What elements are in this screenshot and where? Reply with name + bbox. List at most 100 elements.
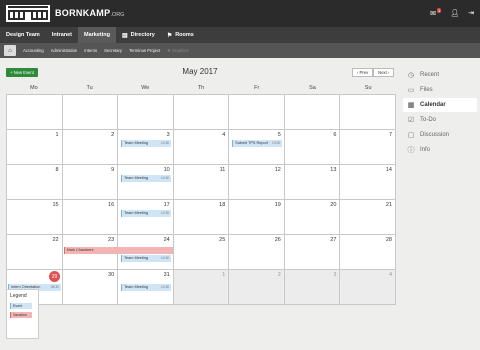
day-number: 26 [274,237,281,243]
brand-tld: .ORG [110,12,125,18]
day-cell[interactable]: 26 [229,235,285,270]
vacation-event[interactable]: Mark Chambers [63,247,173,254]
day-number: 15 [52,202,59,208]
calendar-event[interactable]: Team Meeting 14:30 [121,255,172,262]
day-cell[interactable]: 18 [173,200,230,235]
mail-icon[interactable]: ✉ 1 [430,8,442,17]
day-cell[interactable]: 22 [7,235,63,270]
day-cell-next-month[interactable]: 3 [284,270,341,305]
user-icon[interactable]: 👤︎ [450,9,459,17]
nav-rooms[interactable]: ⚑ Rooms [161,27,200,43]
nav-marketing[interactable]: Marketing [78,27,116,43]
day-cell[interactable]: 27 [284,235,341,270]
logo-icon[interactable] [6,5,50,22]
day-cell[interactable]: 9 [62,165,119,200]
day-cell[interactable]: 11 [173,165,230,200]
next-month-button[interactable]: Next › [373,68,395,77]
day-cell[interactable]: 5 Submit TPS Report 13:00 [229,130,285,165]
day-number: 1 [222,272,226,278]
subnav-graphics[interactable]: ✚ Graphics [167,48,188,53]
event-time: 14:30 [160,285,170,289]
day-cell[interactable]: 17 Team Meeting 14:30 [118,200,174,235]
event-time: 14:30 [160,211,170,215]
day-cell[interactable]: 28 [340,235,396,270]
day-number: 17 [163,202,170,208]
side-item-files[interactable]: ▭ Files [403,83,477,97]
calendar-event[interactable]: Team Meeting 14:30 [121,210,172,217]
side-item-discussion[interactable]: ▢ Discussion [403,128,477,142]
weekday-label: Mo [30,85,38,91]
day-number: 28 [385,237,392,243]
subnav-secretary[interactable]: Secretary [104,48,122,53]
day-cell-next-month[interactable]: 2 [229,270,285,305]
day-number: 1 [55,132,59,138]
day-cell[interactable]: 14 [340,165,396,200]
day-cell-next-month[interactable]: 1 [173,270,230,305]
day-number: 3 [333,272,337,278]
weekday-label: Fr [254,85,260,91]
nav-directory[interactable]: ▤ Directory [116,27,161,43]
side-item-calendar[interactable]: ▦ Calendar [403,98,477,112]
day-number: 18 [219,202,226,208]
day-number: 24 [163,237,170,243]
calendar-event[interactable]: Submit TPS Report 13:00 [232,140,283,147]
day-cell[interactable]: 10 Team Meeting 14:30 [118,165,174,200]
day-cell[interactable]: 7 [340,130,396,165]
event-title: Team Meeting [124,176,148,180]
day-cell[interactable]: 31 Team Meeting 14:30 [118,270,174,305]
folder-icon: ▭ [407,87,415,94]
day-cell[interactable]: 12 [229,165,285,200]
nav-label: Intranet [51,32,72,38]
side-item-info[interactable]: ⓘ Info [403,143,477,157]
day-cell[interactable]: 3 Team Meeting 14:30 [118,130,174,165]
day-number: 9 [111,167,115,173]
weekday-label: Sa [309,85,316,91]
event-time: 08:30 [50,285,59,289]
side-item-todo[interactable]: ☑ To-Do [403,113,477,127]
day-cell[interactable]: 15 [7,200,63,235]
day-cell[interactable]: 20 [284,200,341,235]
day-number: 4 [388,272,392,278]
subnav-accounting[interactable]: Accounting [23,48,44,53]
day-number: 11 [219,167,226,173]
day-cell[interactable]: 6 [284,130,341,165]
day-cell[interactable]: 8 [7,165,63,200]
logout-icon[interactable]: ⇥ [468,9,474,17]
event-title: Submit TPS Report [235,141,268,145]
home-icon[interactable]: ⌂ [4,45,16,56]
calendar-event[interactable]: Team Meeting 14:30 [121,284,172,291]
day-cell-next-month[interactable]: 4 [340,270,396,305]
day-cell[interactable]: 25 [173,235,230,270]
day-cell[interactable]: 30 [62,270,119,305]
day-number: 20 [330,202,337,208]
info-icon: ⓘ [407,147,415,154]
top-bar-icons: ✉ 1 👤︎ ⇥ [430,8,474,17]
day-cell[interactable]: 21 [340,200,396,235]
day-number: 2 [277,272,281,278]
day-number: 23 [108,237,115,243]
day-cell[interactable]: 23 Mark Chambers [62,235,173,270]
day-cell[interactable]: 1 [7,130,63,165]
day-number: 3 [166,132,170,138]
calendar-event[interactable]: Team Meeting 14:30 [121,175,172,182]
weekday-label: Tu [86,85,93,91]
subnav-administration[interactable]: Administration [51,48,78,53]
subnav-interns[interactable]: Interns [84,48,97,53]
prev-month-button[interactable]: ‹ Prev [352,68,374,77]
day-cell[interactable]: 19 [229,200,285,235]
legend-title: Legend [10,293,27,299]
new-event-button[interactable]: + New Event [6,68,38,77]
day-number: 6 [333,132,337,138]
subnav-terminus-project[interactable]: Terminus Project [129,48,160,53]
side-item-recent[interactable]: ◷ Recent [403,68,477,82]
day-number: 2 [111,132,115,138]
flag-icon: ⚑ [166,32,173,39]
day-cell[interactable]: 4 [173,130,230,165]
day-cell[interactable]: 16 [62,200,119,235]
day-cell[interactable]: 2 [62,130,119,165]
nav-intranet[interactable]: Intranet [46,27,78,43]
day-cell[interactable]: 13 [284,165,341,200]
day-cell-empty [7,95,63,130]
calendar-event[interactable]: Team Meeting 14:30 [121,140,172,147]
nav-design-team[interactable]: Design Team [0,27,46,43]
